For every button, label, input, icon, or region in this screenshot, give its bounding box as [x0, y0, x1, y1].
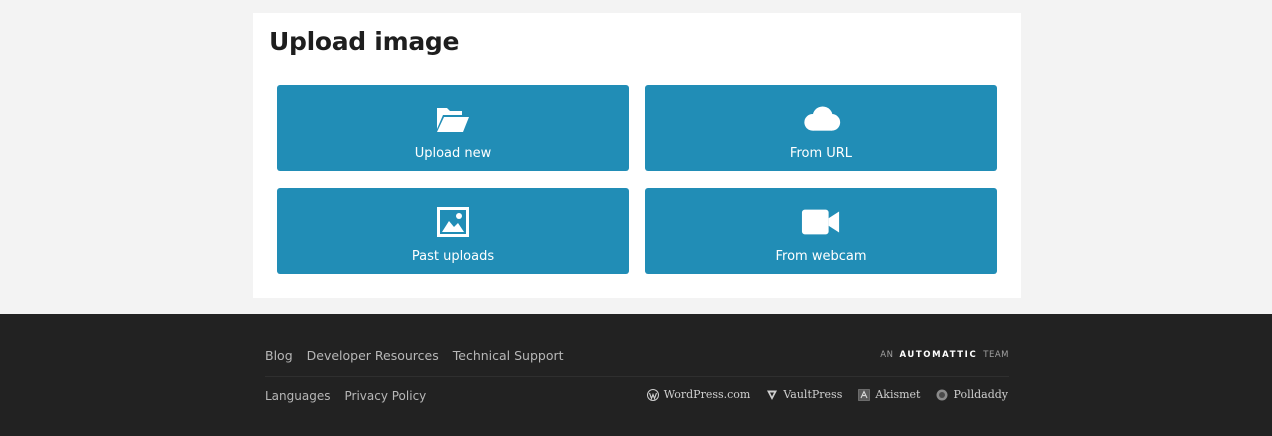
main-area: Upload image Upload new From URL Past up… — [0, 0, 1272, 314]
from-url-label: From URL — [789, 146, 853, 161]
site-footer: Blog Developer Resources Technical Suppo… — [0, 314, 1272, 436]
product-link-wordpress[interactable]: WordPress.com — [646, 388, 751, 401]
product-label: Akismet — [875, 388, 921, 401]
past-uploads-button[interactable]: Past uploads — [277, 188, 629, 274]
product-link-akismet[interactable]: Akismet — [858, 388, 920, 401]
folder-open-icon — [433, 103, 473, 135]
automattic-suffix: TEAM — [983, 350, 1009, 360]
automattic-logo: AUTOMATTIC — [899, 350, 978, 360]
automattic-prefix: AN — [880, 350, 894, 360]
product-label: VaultPress — [783, 388, 843, 401]
product-label: Polldaddy — [953, 388, 1008, 401]
akismet-icon — [858, 388, 871, 401]
upload-new-label: Upload new — [414, 146, 492, 161]
product-label: WordPress.com — [663, 388, 751, 401]
from-url-button[interactable]: From URL — [645, 85, 997, 171]
footer-link-developer-resources[interactable]: Developer Resources — [307, 348, 439, 363]
image-icon — [433, 206, 473, 238]
page-title: Upload image — [269, 27, 460, 56]
past-uploads-label: Past uploads — [411, 249, 495, 264]
footer-divider — [265, 376, 1009, 377]
from-webcam-label: From webcam — [775, 249, 867, 264]
footer-link-languages[interactable]: Languages — [265, 389, 330, 403]
footer-products: WordPress.com VaultPress Akismet Polldad… — [646, 388, 1008, 401]
footer-link-blog[interactable]: Blog — [265, 348, 293, 363]
cloud-icon — [801, 103, 841, 135]
upload-panel: Upload image Upload new From URL Past up… — [253, 13, 1021, 298]
product-link-vaultpress[interactable]: VaultPress — [766, 388, 842, 401]
footer-primary-links: Blog Developer Resources Technical Suppo… — [265, 348, 564, 363]
product-link-polldaddy[interactable]: Polldaddy — [936, 388, 1008, 401]
upload-new-button[interactable]: Upload new — [277, 85, 629, 171]
video-camera-icon — [801, 206, 841, 238]
wordpress-icon — [646, 388, 659, 401]
from-webcam-button[interactable]: From webcam — [645, 188, 997, 274]
automattic-team-link[interactable]: AN AUTOMATTIC TEAM — [880, 350, 1009, 360]
footer-secondary-links: Languages Privacy Policy — [265, 389, 426, 403]
footer-link-privacy-policy[interactable]: Privacy Policy — [344, 389, 426, 403]
vaultpress-icon — [766, 389, 778, 401]
footer-link-technical-support[interactable]: Technical Support — [453, 348, 564, 363]
polldaddy-icon — [936, 389, 948, 401]
